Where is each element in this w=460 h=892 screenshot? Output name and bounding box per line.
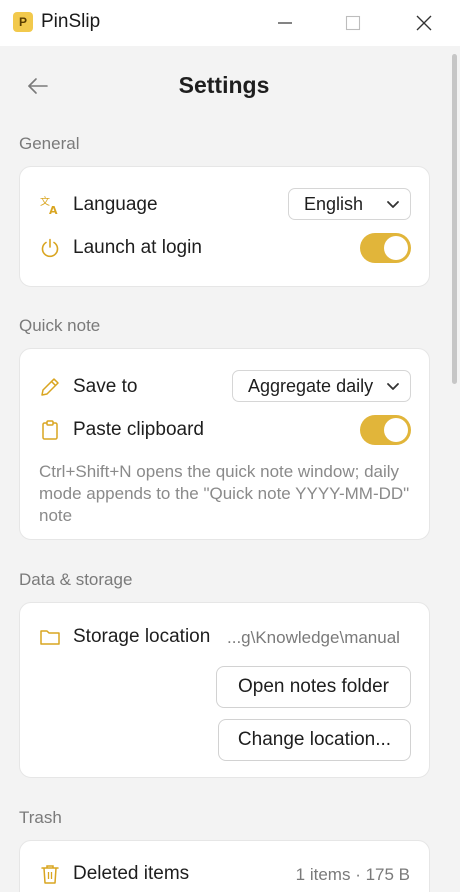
close-icon [416, 15, 432, 31]
toggle-knob [384, 236, 408, 260]
folder-icon [40, 630, 60, 645]
general-card: 文 A Language English Launch at login [19, 166, 430, 287]
chevron-down-icon [387, 201, 399, 208]
clipboard-icon [42, 420, 58, 440]
section-label-general: General [19, 134, 80, 153]
power-icon [41, 238, 59, 258]
quick-note-hint: Ctrl+Shift+N opens the quick note window… [39, 462, 410, 525]
deleted-items-value: 1 items · 175 B [295, 865, 410, 884]
open-notes-folder-button[interactable]: Open notes folder [216, 666, 411, 708]
minimize-icon [278, 22, 292, 24]
language-label: Language [73, 194, 158, 215]
section-label-trash: Trash [19, 808, 62, 827]
data-storage-card: Storage location ...g\Knowledge\manual O… [19, 602, 430, 778]
language-select[interactable]: English [288, 188, 411, 220]
close-button[interactable] [410, 9, 438, 37]
window-titlebar: P PinSlip [0, 0, 460, 46]
translate-icon: 文 A [40, 195, 58, 216]
toggle-knob [384, 418, 408, 442]
paste-clipboard-toggle[interactable] [360, 415, 411, 445]
storage-location-label: Storage location [73, 626, 211, 647]
page-title: Settings [178, 72, 270, 98]
save-to-select-value: Aggregate daily [248, 375, 374, 396]
quick-note-card: Save to Aggregate daily Paste clipboard … [19, 348, 430, 540]
minimize-button[interactable] [271, 9, 299, 37]
maximize-icon [345, 15, 361, 31]
save-to-label: Save to [73, 376, 138, 397]
change-location-button[interactable]: Change location... [218, 719, 411, 761]
window-title: PinSlip [41, 11, 101, 32]
trash-icon [41, 865, 59, 884]
pencil-icon [41, 378, 59, 396]
scrollbar-thumb[interactable] [452, 54, 457, 384]
section-label-data-storage: Data & storage [19, 570, 133, 589]
launch-at-login-label: Launch at login [73, 237, 202, 258]
section-label-quick-note: Quick note [19, 316, 101, 335]
paste-clipboard-label: Paste clipboard [73, 419, 204, 440]
language-select-value: English [304, 193, 364, 214]
pinslip-app-icon: P [13, 12, 33, 32]
svg-text:A: A [49, 204, 58, 216]
maximize-button[interactable] [339, 9, 367, 37]
chevron-down-icon [387, 383, 399, 390]
trash-card: Deleted items 1 items · 175 B [19, 840, 430, 892]
deleted-items-label: Deleted items [73, 863, 190, 884]
save-to-select[interactable]: Aggregate daily [232, 370, 411, 402]
launch-at-login-toggle[interactable] [360, 233, 411, 263]
storage-location-value: ...g\Knowledge\manual [227, 628, 400, 647]
settings-scroll-area[interactable]: Settings General 文 A Language English La… [0, 46, 448, 892]
